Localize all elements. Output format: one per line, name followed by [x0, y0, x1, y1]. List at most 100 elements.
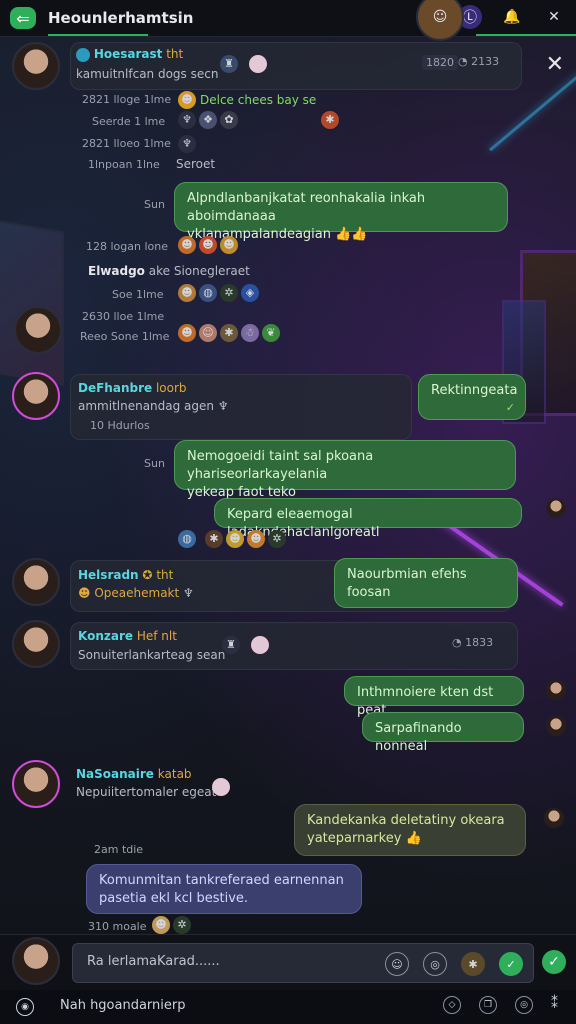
sender-line: Elwadgo ake Sionegleraet — [88, 264, 250, 278]
timestamp-text: 1833 — [465, 636, 494, 649]
reaction-row: ♜ ☺ — [222, 636, 269, 654]
pin-icon[interactable]: ♆ — [178, 111, 196, 129]
active-tab-indicator-2 — [476, 34, 576, 36]
message-input[interactable]: Ra lerlamaKarad...... ☺ ◎ ✱ ✓ — [72, 943, 534, 983]
message-bubble[interactable]: Naourbmian efehs foosan — [334, 558, 518, 608]
message-bubble[interactable]: Nemogoeidi taint sal pkoana yhariseorlar… — [174, 440, 516, 500]
plant-icon[interactable]: ✲ — [173, 916, 191, 934]
reaction-row: ☻ ☺ ✱ ☃ ❦ — [178, 324, 280, 342]
message-subtitle-text: ammitlnenandag agen — [78, 399, 215, 413]
emoji-icon[interactable]: ☻ — [220, 236, 238, 254]
message-bubble[interactable]: Komunmitan tankreferaed earnennan paseti… — [86, 864, 362, 914]
pin-icon: ♆ — [217, 399, 229, 413]
sender-avatar-small[interactable] — [546, 716, 566, 736]
emoji-icon[interactable]: ☻ — [199, 236, 217, 254]
trophy-icon[interactable]: ♜ — [222, 636, 240, 654]
flower-icon[interactable]: ✿ — [220, 111, 238, 129]
top-bar-actions: ⊂⊃ Ⓛ 🔔 ☺ ✕ — [416, 0, 566, 41]
avatar[interactable] — [12, 558, 60, 606]
trophy-icon[interactable]: ♜ — [220, 55, 238, 73]
emoji-icon[interactable]: ☻ — [178, 284, 196, 302]
settings-icon[interactable]: ◎ — [515, 996, 533, 1014]
sender-avatar-small[interactable] — [546, 680, 566, 700]
back-button[interactable]: ⇐ — [10, 7, 36, 29]
info-icon[interactable]: ◉ — [16, 998, 34, 1016]
sticker-icon[interactable]: ✱ — [220, 324, 238, 342]
emoji-icon[interactable]: ☻ — [247, 530, 265, 548]
game-icon[interactable]: ❖ — [199, 111, 217, 129]
leaf-icon[interactable]: ❦ — [262, 324, 280, 342]
timestamp: 2821 lloeo 1lme — [82, 137, 171, 150]
avatar[interactable] — [12, 42, 60, 90]
bubble-text: Sarpafinando nonneal — [375, 721, 462, 755]
bubble-text: Kandekanka deletatiny okeara — [307, 813, 505, 828]
globe-icon[interactable]: ◍ — [199, 284, 217, 302]
message-bubble[interactable]: Inthmnoiere kten dst peat — [344, 676, 524, 718]
globe-icon[interactable]: ◍ — [178, 530, 196, 548]
avatar[interactable] — [12, 760, 60, 808]
message-subtitle: ammitlnenandag agen ♆ — [78, 399, 229, 413]
sender-name: NaSoanaire katab — [76, 767, 192, 781]
message-subtitle: ☻ Opeaehemakt ♆ — [78, 586, 194, 600]
timestamp: 2630 lloe 1lme — [82, 310, 165, 323]
message-text: ake Sionegleraet — [148, 264, 250, 278]
message-bubble[interactable]: Kepard eleaemogal ladakndehaclanlgoreatl — [214, 498, 522, 540]
bubble-text-2: yateparnarkey 👍 — [307, 831, 422, 847]
emoji-icon[interactable]: ☻ — [226, 530, 244, 548]
plant-icon[interactable]: ✲ — [268, 530, 286, 548]
message-bubble[interactable]: Kandekanka deletatiny okeara yateparnark… — [294, 804, 526, 856]
plant-icon[interactable]: ✲ — [220, 284, 238, 302]
sender-avatar-small[interactable] — [544, 808, 564, 828]
more-icon[interactable]: ⁑ — [551, 996, 558, 1014]
face-icon[interactable]: ☺ — [251, 636, 269, 654]
camera-icon[interactable]: ◎ — [423, 952, 447, 976]
send-button[interactable]: ✓ — [542, 950, 566, 974]
sender-avatar-small[interactable] — [546, 498, 566, 518]
sticker-icon[interactable]: ✱ — [461, 952, 485, 976]
reaction-row: ☻ — [178, 91, 196, 109]
sender-name-text: NaSoanaire — [76, 767, 154, 781]
bubble-text: Nemogoeidi taint sal pkoana yhariseorlar… — [187, 449, 374, 483]
reply-text: Delce chees bay se — [200, 93, 317, 107]
face-icon[interactable]: ☺ — [212, 778, 230, 796]
timestamp-text: 2133 — [471, 55, 500, 68]
close-icon[interactable]: ✕ — [542, 5, 566, 29]
emoji-icon[interactable]: ☺ — [199, 324, 217, 342]
message-bubble[interactable]: Sarpafinando nonneal — [362, 712, 524, 754]
user-avatar[interactable]: ☺ — [416, 0, 464, 41]
sticker-icon[interactable]: ✱ — [321, 111, 339, 129]
emoji-icon[interactable]: ☻ — [178, 324, 196, 342]
avatar[interactable] — [12, 620, 60, 668]
timestamp: 1lnpoan 1lne — [88, 158, 160, 171]
face-icon[interactable]: ☺ — [249, 55, 267, 73]
reaction-row: ◍ ✱ ☻ ☻ ✲ — [178, 530, 286, 548]
sticker-icon[interactable]: ✱ — [205, 530, 223, 548]
reaction-row: ☻ ◍ ✲ ◈ — [178, 284, 259, 302]
close-thread-button[interactable]: ✕ — [546, 52, 564, 77]
sender-name-text: Hoesarast — [93, 47, 163, 61]
emoji-icon[interactable]: ☻ — [178, 91, 196, 109]
ghost-icon[interactable]: ☃ — [241, 324, 259, 342]
timestamp: ◔ 1833 — [452, 636, 494, 649]
copy-icon[interactable]: ❐ — [479, 996, 497, 1014]
message-bubble[interactable]: Alpndlanbanjkatat reonhakalia inkah aboi… — [174, 182, 508, 242]
bubble-text: Alpndlanbanjkatat reonhakalia inkah aboi… — [187, 191, 426, 225]
bottom-actions: ◇ ❐ ◎ ⁑ — [443, 996, 558, 1014]
message-subtitle: Sonuiterlankarteag sean — [78, 648, 226, 662]
voice-icon[interactable]: ✓ — [499, 952, 523, 976]
badge: 1820 — [422, 55, 458, 70]
composer-actions: ☺ ◎ ✱ ✓ — [385, 952, 523, 976]
sender-name: Konzare Hef nlt — [78, 629, 177, 643]
shield-icon[interactable]: ◈ — [241, 284, 259, 302]
avatar[interactable] — [12, 372, 60, 420]
emoji-icon[interactable]: ☻ — [178, 236, 196, 254]
share-icon[interactable]: ◇ — [443, 996, 461, 1014]
notifications-icon[interactable]: 🔔 — [500, 5, 524, 29]
monitor-left-decor — [0, 218, 64, 386]
emoji-picker-icon[interactable]: ☺ — [385, 952, 409, 976]
pin-icon[interactable]: ♆ — [178, 135, 196, 153]
emoji-icon[interactable]: ☻ — [152, 916, 170, 934]
message-bubble[interactable]: Rektinngeata ✓ — [418, 374, 526, 420]
avatar[interactable] — [14, 306, 62, 354]
my-avatar[interactable] — [12, 937, 60, 985]
